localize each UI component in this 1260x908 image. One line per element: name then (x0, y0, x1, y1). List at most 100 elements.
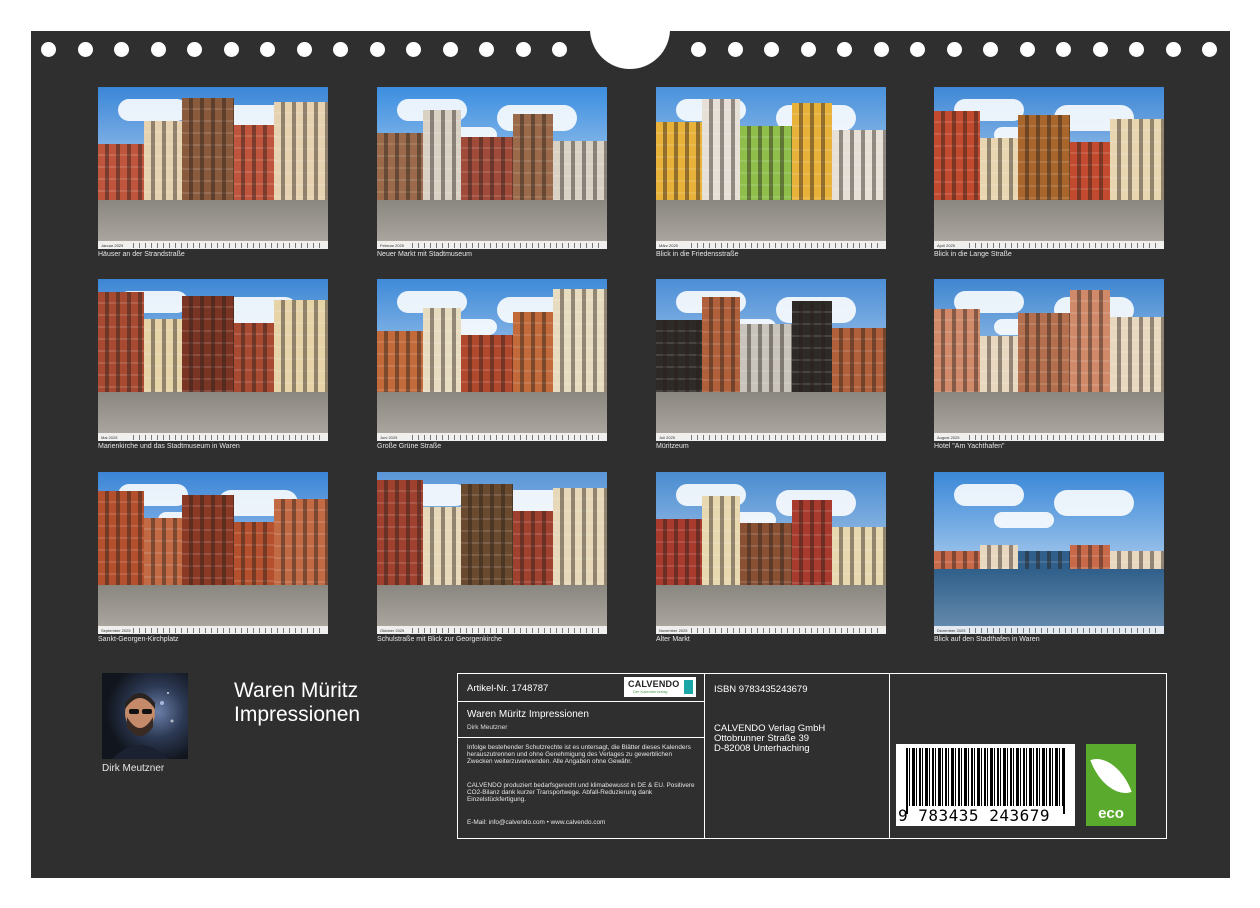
binding-hole (764, 42, 779, 57)
month-photo: Oktober 2025 (377, 472, 607, 634)
binding-hole (1019, 42, 1035, 57)
month-photo: Juli 2025 (656, 279, 886, 441)
logo-name: CALVENDO (628, 679, 680, 689)
photo-caption: Blick in die Friedensstraße (656, 251, 739, 258)
product-info-column: Artikel-Nr. 1748787 CALVENDO Der Kalende… (458, 674, 705, 838)
binding-hole (800, 42, 816, 57)
logo-tagline: Der Kalenderverlag (633, 689, 668, 694)
photo-caption: Blick in die Lange Straße (934, 251, 1012, 258)
photo-caption: Neuer Markt mit Stadtmuseum (377, 251, 472, 258)
calendar-back-cover: Januar 2025 Häuser an der Strandstraße Feb… (31, 31, 1230, 878)
binding-hole (296, 42, 312, 57)
calendar-title-line1: Waren Müritz (234, 679, 359, 702)
contact-line: E-Mail: info@calvendo.com • www.calvendo… (467, 819, 606, 826)
calendar-strip: Juli 2025 (656, 433, 886, 441)
legal-notice: Infolge bestehender Schutzrechte ist es … (467, 744, 691, 765)
month-photo: Juni 2025 (377, 279, 607, 441)
calendar-strip: Oktober 2025 (377, 626, 607, 634)
month-label: Juli 2025 (659, 434, 676, 440)
author-name: Dirk Meutzner (102, 763, 165, 774)
binding-hole (1092, 42, 1108, 57)
calendar-title-line2: Impressionen (234, 703, 361, 726)
eco-badge: eco (1086, 744, 1136, 826)
barcode-bars (906, 748, 1065, 806)
binding-hole (515, 42, 531, 57)
photo-caption: Alter Markt (656, 636, 690, 643)
binding-hole (727, 42, 743, 57)
month-photo: März 2025 (656, 87, 886, 249)
binding-hole (442, 42, 458, 57)
calendar-strip: September 2025 (98, 626, 328, 634)
binding-hole (333, 42, 348, 57)
binding-hole (150, 42, 166, 57)
month-photo: Januar 2025 (98, 87, 328, 249)
calendar-strip: Dezember 2025 (934, 626, 1164, 634)
month-label: Oktober 2025 (380, 627, 405, 633)
photo-caption: Schulstraße mit Blick zur Georgenkirche (377, 636, 502, 643)
barcode-column: 9 783435 243679 eco (890, 674, 1165, 838)
calendar-title: Waren Müritz Impressionen (234, 679, 360, 727)
month-label: August 2025 (937, 434, 960, 440)
photo-caption: Große Grüne Straße (377, 443, 442, 450)
photo-caption: Häuser an der Strandstraße (98, 251, 185, 258)
binding-hole (369, 42, 385, 57)
photo-caption: Sankt-Georgen-Kirchplatz (98, 636, 179, 643)
binding-hole (1129, 42, 1144, 57)
binding-hole (691, 42, 706, 57)
day-cells (969, 627, 1161, 633)
eco-note: CALVENDO produziert bedarfsgerecht und k… (467, 782, 695, 803)
month-label: Februar 2025 (380, 242, 405, 248)
binding-hole (223, 42, 239, 57)
month-label: Januar 2025 (101, 242, 124, 248)
binding-hole (260, 42, 275, 57)
month-label: Mai 2025 (101, 434, 118, 440)
day-cells (133, 627, 325, 633)
calvendo-logo: CALVENDO Der Kalenderverlag (624, 677, 696, 697)
day-cells (412, 434, 604, 440)
calendar-strip: Mai 2025 (98, 433, 328, 441)
article-row: Artikel-Nr. 1748787 CALVENDO Der Kalende… (458, 674, 704, 702)
barcode-digits: 9 783435 243679 (898, 806, 1050, 825)
binding-hole (41, 42, 56, 57)
barcode: 9 783435 243679 (896, 744, 1075, 826)
day-cells (691, 434, 883, 440)
day-cells (691, 627, 883, 633)
month-label: September 2025 (101, 627, 131, 633)
binding-hole (1202, 42, 1217, 57)
calendar-strip: März 2025 (656, 241, 886, 249)
month-photo: August 2025 (934, 279, 1164, 441)
binding-hole (837, 42, 852, 57)
binding-hole (946, 42, 962, 57)
binding-hole (187, 42, 202, 57)
binding-hole (1165, 42, 1181, 57)
calvendo-flag-icon (684, 680, 693, 694)
product-title: Waren Müritz Impressionen (467, 709, 589, 720)
binding-hole (406, 42, 421, 57)
day-cells (969, 242, 1161, 248)
isbn: ISBN 9783435243679 (714, 684, 808, 695)
month-photo: April 2025 (934, 87, 1164, 249)
publisher-info-box: Artikel-Nr. 1748787 CALVENDO Der Kalende… (457, 673, 1167, 839)
calendar-strip: November 2025 (656, 626, 886, 634)
binding-hole (552, 42, 567, 57)
month-photo: Mai 2025 (98, 279, 328, 441)
binding-hole (1056, 42, 1071, 57)
day-cells (412, 627, 604, 633)
month-label: April 2025 (937, 242, 956, 248)
photo-caption: Marienkirche und das Stadtmuseum in Ware… (98, 443, 240, 450)
author-portrait (102, 673, 188, 759)
binding-hole (983, 42, 998, 57)
day-cells (969, 434, 1161, 440)
month-photo: Dezember 2025 (934, 472, 1164, 634)
month-label: Dezember 2025 (937, 627, 966, 633)
eco-label: eco (1098, 805, 1124, 822)
binding-hole (114, 42, 129, 57)
calendar-strip: Juni 2025 (377, 433, 607, 441)
day-cells (691, 242, 883, 248)
photo-caption: Hotel "Am Yachthafen" (934, 443, 1005, 450)
product-author: Dirk Meutzner (467, 724, 508, 731)
calendar-strip: Januar 2025 (98, 241, 328, 249)
month-label: März 2025 (659, 242, 678, 248)
photo-caption: Müritzeum (656, 443, 689, 450)
day-cells (133, 434, 325, 440)
